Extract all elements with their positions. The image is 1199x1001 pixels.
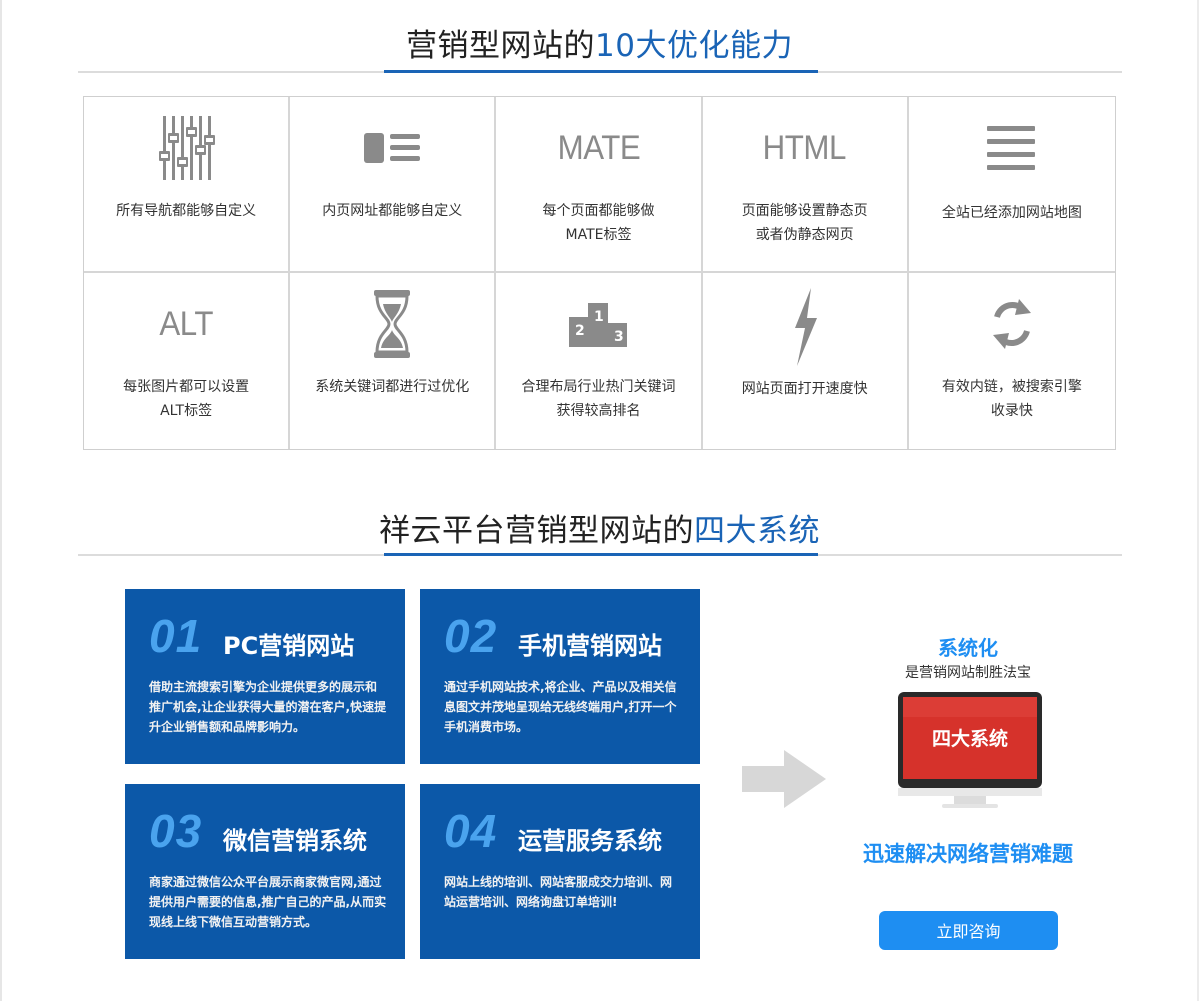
section-title-main: 祥云平台营销型网站的	[379, 513, 694, 549]
system-number: 03	[149, 805, 203, 857]
system-description: 商家通过微信公众平台展示商家微官网,通过提供用户需要的信息,推广自己的产品,从而…	[149, 875, 387, 929]
sliders-icon	[84, 113, 288, 183]
side-heading: 系统化	[938, 636, 998, 660]
arrow-right-icon	[742, 750, 826, 808]
system-card-operation[interactable]: 04 运营服务系统 网站上线的培训、网站客服成交力培训、网站运营培训、网络询盘订…	[420, 784, 700, 959]
consult-button[interactable]: 立即咨询	[879, 911, 1058, 950]
system-card-mobile[interactable]: 02 手机营销网站 通过手机网站技术,将企业、产品以及相关信息图文并茂地呈现给无…	[420, 589, 700, 764]
feature-cell: 系统关键词都进行过优化	[290, 273, 497, 449]
feature-caption: 页面能够设置静态页 或者伪静态网页	[741, 203, 868, 243]
feature-caption: 所有导航都能够自定义	[116, 203, 257, 219]
system-name: 运营服务系统	[518, 827, 662, 855]
html-icon-text: HTML	[763, 128, 847, 167]
system-name: PC营销网站	[223, 632, 355, 660]
feature-caption: 每张图片都可以设置 ALT标签	[123, 379, 250, 419]
section-title-highlight: 10大优化能力	[595, 28, 793, 64]
feature-cell: HTML 页面能够设置静态页 或者伪静态网页	[702, 97, 909, 273]
svg-text:2: 2	[575, 323, 585, 339]
mate-text-icon: MATE	[496, 113, 700, 183]
system-description: 借助主流搜索引擎为企业提供更多的展示和推广机会,让企业获得大量的潜在客户,快速提…	[149, 680, 387, 734]
feature-grid: 所有导航都能够自定义 内页网址都能够自定义 MATE 每个页面都能够做 MATE…	[83, 96, 1116, 450]
menu-lines-icon	[909, 113, 1115, 183]
feature-cell: ALT 每张图片都可以设置 ALT标签	[84, 273, 291, 449]
system-description: 网站上线的培训、网站客服成交力培训、网站运营培训、网络询盘订单培训!	[444, 875, 673, 909]
list-layout-icon	[290, 113, 494, 183]
feature-caption: 合理布局行业热门关键词 获得较高排名	[521, 379, 676, 419]
feature-cell: 有效内链，被搜索引擎 收录快	[908, 273, 1115, 449]
title-underline-accent	[384, 553, 818, 556]
section-title-optimization: 营销型网站的10大优化能力	[0, 20, 1199, 65]
feature-caption: 系统关键词都进行过优化	[315, 379, 470, 395]
side-tagline: 迅速解决网络营销难题	[863, 842, 1073, 866]
system-name: 微信营销系统	[223, 827, 367, 855]
title-underline	[78, 553, 1122, 556]
monitor-screen-text: 四大系统	[931, 728, 1008, 750]
mate-icon-text: MATE	[557, 128, 640, 167]
system-card-wechat[interactable]: 03 微信营销系统 商家通过微信公众平台展示商家微官网,通过提供用户需要的信息,…	[125, 784, 405, 959]
hourglass-icon	[290, 289, 494, 359]
feature-caption: 内页网址都能够自定义	[322, 203, 463, 219]
feature-caption: 全站已经添加网站地图	[941, 205, 1082, 221]
monitor-illustration: 四大系统	[898, 692, 1042, 810]
html-text-icon: HTML	[703, 113, 907, 183]
title-underline-accent	[384, 70, 818, 73]
system-name: 手机营销网站	[518, 632, 662, 660]
section-title-highlight: 四大系统	[694, 513, 820, 549]
alt-text-icon: ALT	[84, 289, 288, 359]
feature-cell: 网站页面打开速度快	[702, 273, 909, 449]
system-number: 04	[444, 805, 498, 857]
feature-cell: 所有导航都能够自定义	[84, 97, 291, 273]
alt-icon-text: ALT	[159, 304, 213, 343]
svg-text:1: 1	[594, 309, 604, 325]
section-title-systems: 祥云平台营销型网站的四大系统	[0, 505, 1199, 550]
feature-cell: 2 1 3 合理布局行业热门关键词 获得较高排名	[496, 273, 703, 449]
system-card-pc[interactable]: 01 PC营销网站 借助主流搜索引擎为企业提供更多的展示和推广机会,让企业获得大…	[125, 589, 405, 764]
podium-icon: 2 1 3	[496, 289, 700, 359]
feature-cell: 内页网址都能够自定义	[290, 97, 497, 273]
feature-caption: 每个页面都能够做 MATE标签	[542, 203, 655, 243]
refresh-icon	[909, 289, 1115, 359]
svg-text:3: 3	[614, 329, 624, 345]
lightning-icon	[703, 287, 907, 367]
system-number: 02	[444, 610, 498, 662]
system-description: 通过手机网站技术,将企业、产品以及相关信息图文并茂地呈现给无线终端用户,打开一个…	[444, 680, 677, 734]
feature-caption: 有效内链，被搜索引擎 收录快	[941, 379, 1082, 419]
feature-cell: MATE 每个页面都能够做 MATE标签	[496, 97, 703, 273]
system-number: 01	[149, 610, 203, 662]
title-underline	[78, 70, 1122, 73]
feature-cell: 全站已经添加网站地图	[908, 97, 1115, 273]
side-subheading: 是营销网站制胜法宝	[905, 665, 1031, 681]
left-edge	[0, 0, 2, 1001]
section-title-main: 营销型网站的	[406, 28, 596, 64]
feature-caption: 网站页面打开速度快	[741, 381, 868, 397]
